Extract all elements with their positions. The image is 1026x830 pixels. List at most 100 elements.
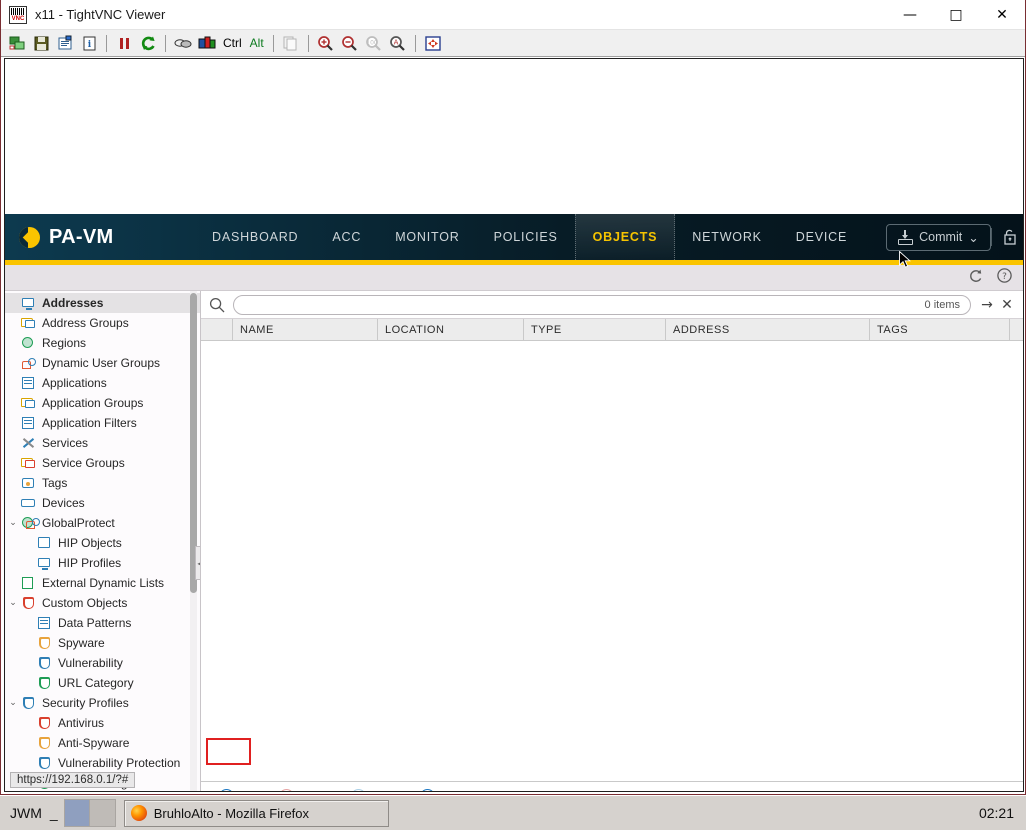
panos-subtoolbar: ? xyxy=(5,265,1023,291)
sidebar-item-vulnerability[interactable]: Vulnerability xyxy=(5,653,200,673)
column-header-name[interactable]: NAME xyxy=(233,319,378,341)
firefox-window: BruhloAlto - Mozilla Firefox – ❐ ✕ Bruhl… xyxy=(4,58,1024,792)
search-input[interactable]: 0 items xyxy=(233,294,971,315)
sidebar-item-hip-objects[interactable]: HIP Objects xyxy=(5,533,200,553)
svg-text:?: ? xyxy=(1002,272,1007,282)
sidebar-item-devices[interactable]: Devices xyxy=(5,493,200,513)
nav-tab-policies[interactable]: POLICIES xyxy=(477,214,575,260)
taskbar-window-button[interactable]: BruhloAlto - Mozilla Firefox xyxy=(123,799,389,827)
select-all-checkbox-column[interactable] xyxy=(201,319,233,341)
nav-tab-device[interactable]: DEVICE xyxy=(779,214,864,260)
screen: VNC x11 - TightVNC Viewer — □ ✕ i Ctrl A… xyxy=(0,0,1026,830)
nav-tab-objects[interactable]: OBJECTS xyxy=(574,214,676,260)
chevron-down-icon[interactable]: ⌄ xyxy=(5,698,21,708)
panos-header-actions: ▾ xyxy=(990,228,1023,247)
sidebar-item-external-dynamic-lists[interactable]: External Dynamic Lists xyxy=(5,573,200,593)
sidebar-item-custom-objects[interactable]: ⌄ Custom Objects xyxy=(5,593,200,613)
sidebar-item-label: Vulnerability xyxy=(58,656,123,670)
nav-tab-dashboard[interactable]: DASHBOARD xyxy=(195,214,315,260)
vnc-alt-toggle[interactable]: Alt xyxy=(246,36,268,50)
clipboard-icon xyxy=(279,32,303,55)
sidebar-item-regions[interactable]: Regions xyxy=(5,333,200,353)
applications-icon xyxy=(21,376,37,390)
sidebar-item-label: HIP Profiles xyxy=(58,556,122,570)
sidebar-item-antivirus[interactable]: Antivirus xyxy=(5,713,200,733)
toolbar-divider xyxy=(106,34,107,52)
objects-table-body xyxy=(201,341,1023,781)
search-apply-icon[interactable]: → xyxy=(977,297,997,313)
sidebar-item-service-groups[interactable]: Service Groups xyxy=(5,453,200,473)
sidebar-item-dynamic-user-groups[interactable]: Dynamic User Groups xyxy=(5,353,200,373)
sidebar-item-services[interactable]: Services xyxy=(5,433,200,453)
refresh-icon[interactable] xyxy=(136,32,160,55)
button-label: Clone xyxy=(371,790,404,792)
sidebar-item-vulnerability-protection[interactable]: Vulnerability Protection xyxy=(5,753,200,773)
toolbar-divider xyxy=(165,34,166,52)
panos-main-nav: DASHBOARD ACC MONITOR POLICIES OBJECTS NETWOR… xyxy=(195,214,864,260)
help-icon[interactable]: ? xyxy=(996,267,1013,288)
vnc-ctrl-toggle[interactable]: Ctrl xyxy=(219,36,246,50)
minus-circle-icon xyxy=(279,789,295,791)
sidebar-item-security-profiles[interactable]: ⌄ Security Profiles xyxy=(5,693,200,713)
jwm-menu-button[interactable]: JWM xyxy=(0,805,50,821)
zoom-in-icon[interactable] xyxy=(314,32,338,55)
sidebar-item-url-category[interactable]: URL Category xyxy=(5,673,200,693)
sidebar-item-anti-spyware[interactable]: Anti-Spyware xyxy=(5,733,200,753)
nav-tab-network[interactable]: NETWORK xyxy=(675,214,779,260)
column-header-address[interactable]: ADDRESS xyxy=(666,319,870,341)
taskbar-window-label: BruhloAlto - Mozilla Firefox xyxy=(153,805,310,821)
pause-icon[interactable] xyxy=(112,32,136,55)
pager-desktop-2[interactable] xyxy=(90,800,115,826)
sidebar-item-label: Spyware xyxy=(58,636,105,650)
fullscreen-icon[interactable] xyxy=(421,32,445,55)
vnc-maximize-button[interactable]: □ xyxy=(933,0,979,30)
send-ctrl-alt-del-icon[interactable] xyxy=(171,32,195,55)
sidebar-item-spyware[interactable]: Spyware xyxy=(5,633,200,653)
sidebar-item-globalprotect[interactable]: ⌄ GlobalProtect xyxy=(5,513,200,533)
vnc-close-button[interactable]: ✕ xyxy=(979,0,1025,30)
search-clear-icon[interactable]: ✕ xyxy=(997,297,1017,313)
column-header-tags[interactable]: TAGS xyxy=(870,319,1010,341)
sidebar-item-tags[interactable]: Tags xyxy=(5,473,200,493)
pdf-csv-button[interactable]: PDF/CSV xyxy=(414,786,500,791)
send-keys-icon[interactable] xyxy=(195,32,219,55)
sidebar-item-label: Services xyxy=(42,436,89,450)
config-lock-icon[interactable] xyxy=(1002,229,1018,246)
sidebar-item-address-groups[interactable]: Address Groups xyxy=(5,313,200,333)
connection-info-icon[interactable]: i xyxy=(77,32,101,55)
nav-tab-monitor[interactable]: MONITOR xyxy=(378,214,476,260)
nav-tab-acc[interactable]: ACC xyxy=(315,214,378,260)
sidebar-item-application-filters[interactable]: Application Filters xyxy=(5,413,200,433)
chevron-down-icon[interactable]: ⌄ xyxy=(5,518,21,528)
commit-button[interactable]: Commit ⌄ xyxy=(886,223,991,251)
zoom-auto-icon[interactable]: A xyxy=(386,32,410,55)
sidebar-item-applications[interactable]: Applications xyxy=(5,373,200,393)
zoom-out-icon[interactable] xyxy=(338,32,362,55)
sidebar-item-application-groups[interactable]: Application Groups xyxy=(5,393,200,413)
pager-desktop-1[interactable] xyxy=(64,800,91,826)
sidebar-item-addresses[interactable]: Addresses xyxy=(5,293,200,313)
desktop-pager[interactable] xyxy=(63,799,116,827)
items-count-label: 0 items xyxy=(924,298,960,311)
sidebar-item-label: Data Patterns xyxy=(58,616,132,630)
commit-icon xyxy=(898,229,914,245)
connection-options-icon[interactable] xyxy=(53,32,77,55)
toolbar-divider xyxy=(414,34,416,52)
vnc-minimize-button[interactable]: — xyxy=(887,0,933,30)
new-connection-icon[interactable] xyxy=(5,32,29,55)
show-desktop-button[interactable]: _ xyxy=(50,805,64,821)
add-button[interactable]: Add xyxy=(213,786,269,791)
vnc-window-title: x11 - TightVNC Viewer xyxy=(35,7,166,22)
column-header-type[interactable]: TYPE xyxy=(524,319,666,341)
column-header-location[interactable]: LOCATION xyxy=(378,319,524,341)
antivirus-icon xyxy=(37,716,53,730)
sidebar-item-data-patterns[interactable]: Data Patterns xyxy=(5,613,200,633)
hip-profiles-icon xyxy=(37,556,53,570)
refresh-icon[interactable] xyxy=(967,267,984,288)
sidebar-item-hip-profiles[interactable]: HIP Profiles xyxy=(5,553,200,573)
chevron-down-icon[interactable]: ⌄ xyxy=(5,598,21,608)
firefox-icon xyxy=(130,805,147,821)
data-patterns-icon xyxy=(37,616,53,630)
save-connection-icon[interactable] xyxy=(29,32,53,55)
sidebar-item-label: GlobalProtect xyxy=(42,516,115,530)
